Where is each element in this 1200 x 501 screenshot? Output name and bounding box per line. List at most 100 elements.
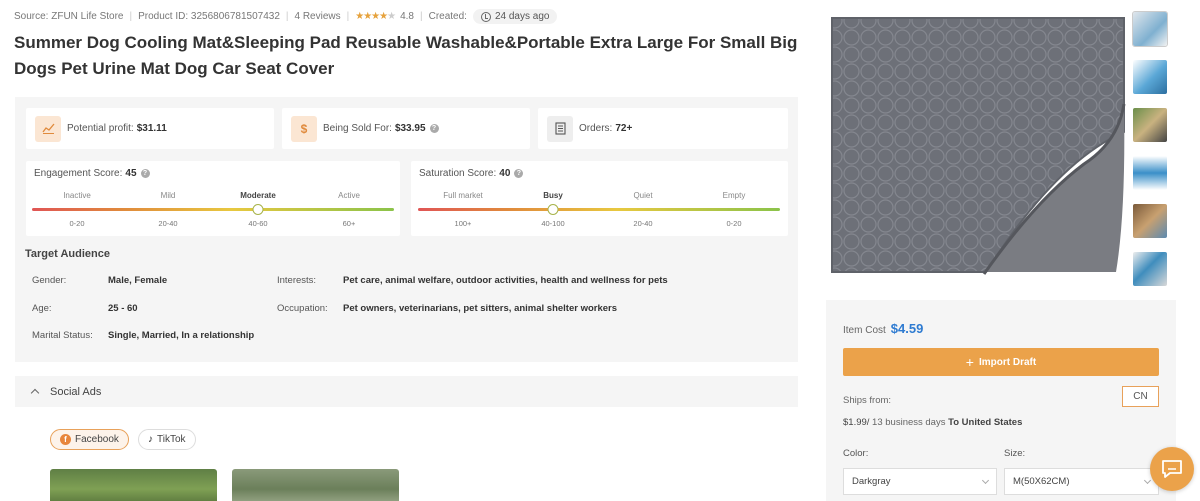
chevron-down-icon [1143, 476, 1152, 485]
engagement-label: Engagement Score: [34, 168, 123, 179]
engagement-range: 60+ [342, 219, 356, 228]
chevron-up-icon[interactable] [30, 388, 40, 398]
shipping-days: 13 business days [869, 417, 949, 428]
tab-facebook-label: Facebook [75, 434, 119, 445]
saturation-label: Saturation Score: [419, 168, 497, 179]
saturation-marker [547, 204, 559, 215]
shipping-price: $1.99/ [843, 417, 870, 428]
engagement-range: 20-40 [158, 219, 178, 228]
marital-status-value: Single, Married, In a relationship [108, 330, 255, 341]
orders-card: Orders: 72+ [538, 108, 788, 149]
saturation-value: 40 [499, 168, 511, 179]
created-value: 24 days ago [494, 11, 550, 22]
saturation-level: Full market [443, 191, 483, 200]
question-icon[interactable]: ? [429, 124, 439, 133]
engagement-score-card: Engagement Score: 45 ? Inactive Mild Mod… [26, 161, 400, 236]
engagement-value: 45 [125, 168, 137, 179]
ships-from-option[interactable]: CN [1122, 386, 1159, 407]
divider: | [419, 11, 423, 22]
engagement-marker [252, 204, 264, 215]
thumbnail[interactable] [1133, 252, 1167, 286]
engagement-level: Mild [160, 191, 176, 200]
orders-icon [547, 115, 573, 142]
ships-from-label: Ships from: [843, 395, 892, 406]
tab-tiktok[interactable]: ♪ TikTok [138, 429, 196, 450]
orders-label: Orders: [579, 123, 613, 134]
gender-value: Male, Female [108, 275, 168, 286]
source-label[interactable]: Source: ZFUN Life Store [14, 11, 123, 22]
saturation-gradient-bar [418, 208, 780, 211]
dollar-icon: $ [291, 115, 317, 142]
purchase-panel: Item Cost $4.59 + Import Draft Ships fro… [826, 300, 1176, 501]
product-meta: Source: ZFUN Life Store | Product ID: 32… [14, 9, 558, 24]
size-select-value: M(50X62CM) [1013, 476, 1070, 487]
product-main-image[interactable] [826, 12, 1128, 276]
occupation-label: Occupation: [277, 303, 328, 314]
saturation-level: Busy [543, 191, 563, 200]
thumbnail[interactable] [1132, 11, 1168, 47]
divider: | [346, 11, 350, 22]
chat-button[interactable] [1150, 447, 1194, 491]
ad-thumbnail[interactable] [50, 469, 217, 501]
saturation-heading: Saturation Score: 40 ? [419, 168, 524, 179]
thumbnail[interactable] [1133, 204, 1167, 238]
reviews-link[interactable]: 4 Reviews [295, 11, 341, 22]
color-select-value: Darkgray [852, 476, 891, 487]
shipping-info: $1.99/ 13 business days To United States [843, 417, 1022, 428]
import-draft-label: Import Draft [978, 356, 1037, 368]
thumbnail[interactable] [1133, 60, 1167, 94]
interests-value: Pet care, animal welfare, outdoor activi… [343, 275, 668, 286]
analytics-panel: Potential profit: $31.11 $ Being Sold Fo… [15, 97, 798, 362]
saturation-range: 100+ [454, 219, 472, 228]
item-cost-label: Item Cost [843, 325, 886, 336]
thumbnail[interactable] [1133, 156, 1167, 190]
age-label: Age: [32, 303, 52, 314]
engagement-heading: Engagement Score: 45 ? [34, 168, 150, 179]
tab-facebook[interactable]: f Facebook [50, 429, 129, 450]
engagement-range: 0-20 [69, 219, 85, 228]
chat-icon [1162, 460, 1182, 478]
size-label: Size: [1004, 448, 1026, 459]
color-select[interactable]: Darkgray [843, 468, 997, 495]
chevron-down-icon [981, 476, 990, 485]
engagement-range: 40-60 [248, 219, 268, 228]
saturation-range: 20-40 [633, 219, 653, 228]
sold-label: Being Sold For: [323, 123, 392, 134]
interests-label: Interests: [277, 275, 317, 286]
tiktok-icon: ♪ [148, 434, 153, 445]
engagement-level: Moderate [240, 191, 276, 200]
question-icon[interactable]: ? [514, 169, 524, 178]
target-audience-title: Target Audience [25, 248, 110, 260]
profit-label: Potential profit: [67, 123, 134, 134]
size-select[interactable]: M(50X62CM) [1004, 468, 1159, 495]
saturation-range: 40-100 [541, 219, 565, 228]
facebook-icon: f [60, 434, 71, 445]
color-label: Color: [843, 448, 869, 459]
product-id: Product ID: 3256806781507432 [138, 11, 280, 22]
saturation-score-card: Saturation Score: 40 ? Full market Busy … [411, 161, 788, 236]
tab-tiktok-label: TikTok [157, 434, 186, 445]
occupation-value: Pet owners, veterinarians, pet sitters, … [343, 303, 618, 314]
question-icon[interactable]: ? [140, 169, 150, 178]
clock-icon [480, 11, 491, 22]
item-cost: Item Cost $4.59 [843, 321, 923, 336]
social-ads-title: Social Ads [50, 385, 102, 398]
being-sold-card: $ Being Sold For: $33.95 ? [282, 108, 530, 149]
rating-value: 4.8 [400, 11, 414, 22]
social-ads-header[interactable]: Social Ads [15, 376, 798, 407]
product-title: Summer Dog Cooling Mat&Sleeping Pad Reus… [14, 33, 798, 78]
thumbnail[interactable] [1133, 108, 1167, 142]
saturation-range: 0-20 [726, 219, 742, 228]
product-page: Source: ZFUN Life Store | Product ID: 32… [0, 0, 1200, 501]
rating-stars: ★★★★★ [355, 11, 396, 22]
saturation-level: Empty [722, 191, 746, 200]
divider: | [285, 11, 289, 22]
image-thumbnails [1132, 11, 1168, 300]
item-cost-value: $4.59 [890, 321, 924, 336]
engagement-gradient-bar [32, 208, 394, 211]
shipping-destination: To United States [948, 417, 1023, 428]
import-draft-button[interactable]: + Import Draft [843, 348, 1159, 376]
engagement-level: Inactive [63, 191, 91, 200]
ad-thumbnail[interactable] [232, 469, 399, 501]
created-label: Created: [428, 11, 467, 22]
